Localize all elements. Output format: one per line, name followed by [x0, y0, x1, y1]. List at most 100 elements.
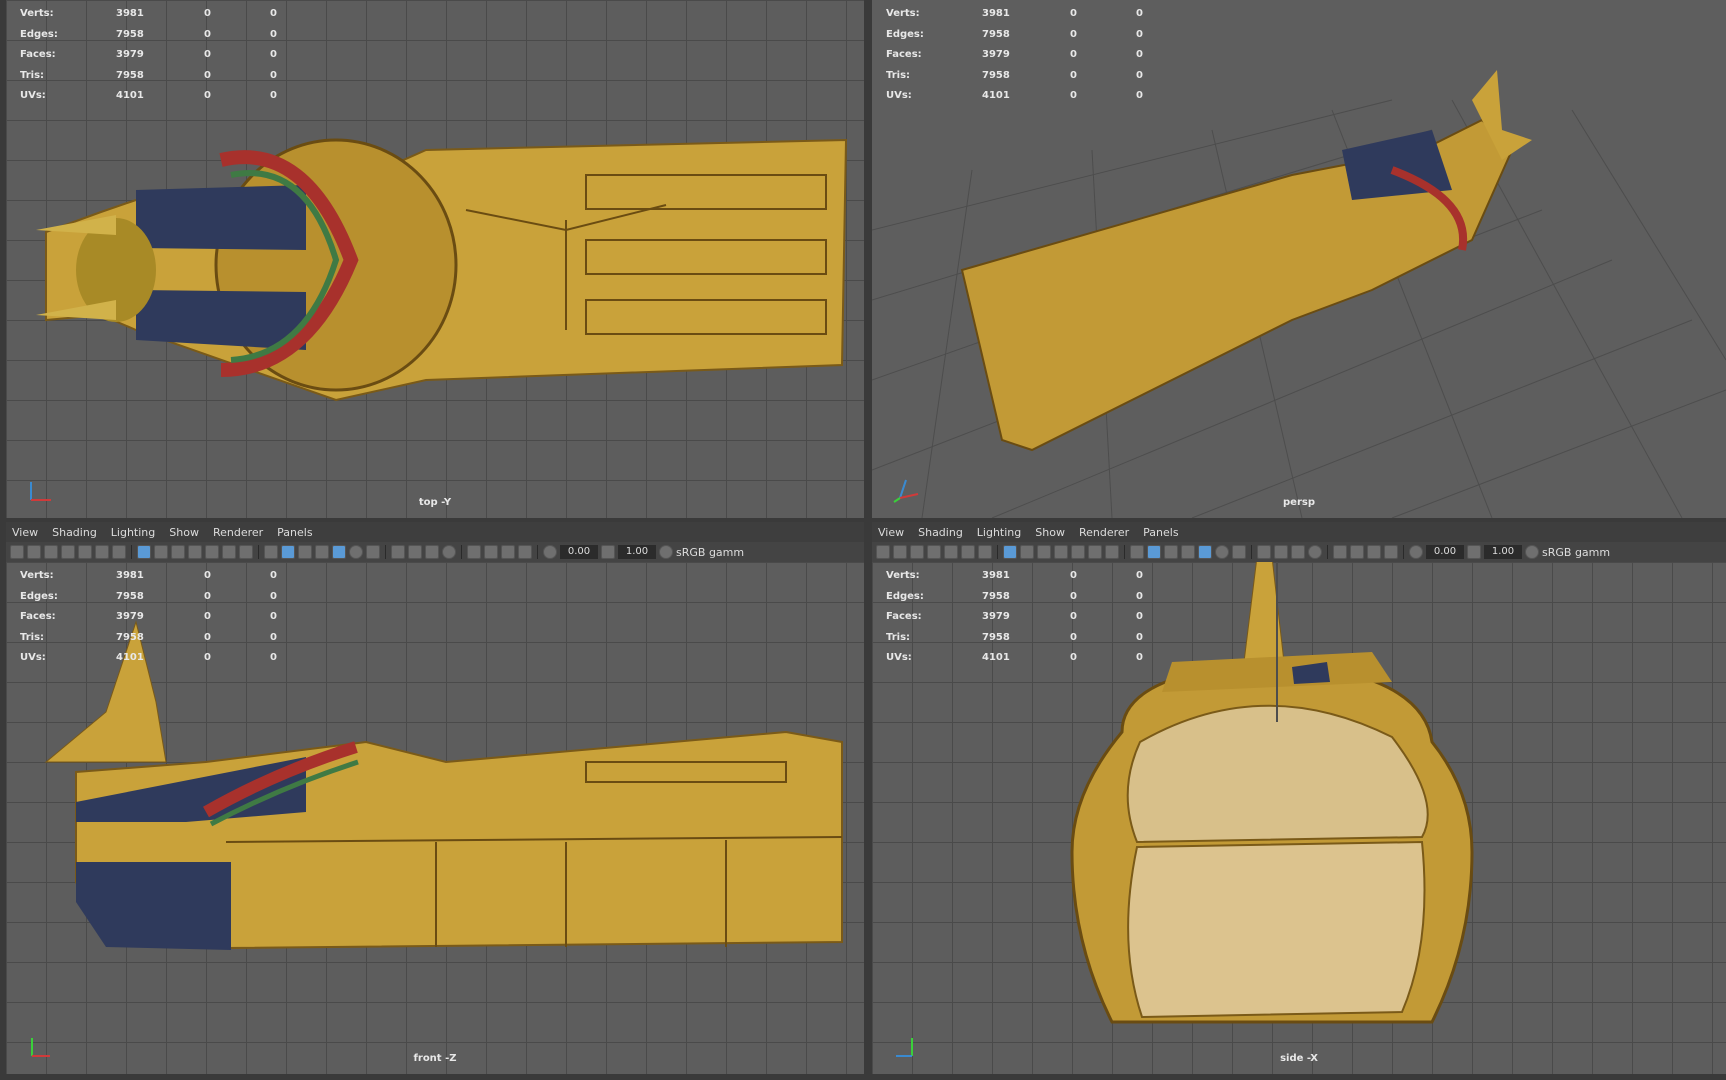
default-material-icon[interactable]: [1164, 545, 1178, 559]
xray-active-icon[interactable]: [1384, 545, 1398, 559]
menu-shading[interactable]: Shading: [918, 526, 963, 539]
resolution-gate-icon[interactable]: [171, 545, 185, 559]
menu-show[interactable]: Show: [1035, 526, 1065, 539]
multisample-aa-icon[interactable]: [425, 545, 439, 559]
exposure-icon[interactable]: [543, 545, 557, 559]
image-plane-icon[interactable]: [78, 545, 92, 559]
viewport-side[interactable]: Verts: 3981 0 0 Edges: 7958 0 0 Faces: 3979 0 0 Tris…: [872, 562, 1726, 1074]
stat-v2: 0: [204, 631, 211, 643]
gamma-icon[interactable]: [1467, 545, 1481, 559]
grease-pencil-icon[interactable]: [112, 545, 126, 559]
gamma-field[interactable]: 1.00: [618, 545, 656, 559]
use-all-lights-icon[interactable]: [1215, 545, 1229, 559]
wireframe-icon[interactable]: [1130, 545, 1144, 559]
gate-mask-icon[interactable]: [1054, 545, 1068, 559]
film-gate-icon[interactable]: [1020, 545, 1034, 559]
menu-lighting[interactable]: Lighting: [977, 526, 1021, 539]
xray-icon[interactable]: [1350, 545, 1364, 559]
color-space-label[interactable]: sRGB gamm: [676, 546, 744, 559]
safe-title-icon[interactable]: [239, 545, 253, 559]
viewport-top[interactable]: Verts: 3981 0 0 Edges: 7958 0 0 Faces: 3979 0 0 Tris…: [6, 0, 864, 518]
menu-renderer[interactable]: Renderer: [1079, 526, 1129, 539]
stat-label: Verts:: [886, 8, 920, 19]
xray-joints-icon[interactable]: [1367, 545, 1381, 559]
exposure-field[interactable]: 0.00: [1426, 545, 1464, 559]
wireframe-on-shaded-icon[interactable]: [1181, 545, 1195, 559]
stat-v3: 0: [1136, 28, 1143, 40]
depth-of-field-icon[interactable]: [442, 545, 456, 559]
film-gate-icon[interactable]: [154, 545, 168, 559]
safe-action-icon[interactable]: [1088, 545, 1102, 559]
2d-pan-icon[interactable]: [95, 545, 109, 559]
smooth-shade-icon[interactable]: [281, 545, 295, 559]
gamma-icon[interactable]: [601, 545, 615, 559]
menu-shading[interactable]: Shading: [52, 526, 97, 539]
viewport-persp[interactable]: Verts: 3981 0 0 Edges: 7958 0 0 Faces: 3979 0 0 Tris…: [872, 0, 1726, 518]
2d-pan-icon[interactable]: [961, 545, 975, 559]
bookmark-icon[interactable]: [927, 545, 941, 559]
menu-panels[interactable]: Panels: [277, 526, 312, 539]
menu-lighting[interactable]: Lighting: [111, 526, 155, 539]
menu-view[interactable]: View: [12, 526, 38, 539]
exposure-field[interactable]: 0.00: [560, 545, 598, 559]
camera-attributes-icon[interactable]: [44, 545, 58, 559]
multisample-aa-icon[interactable]: [1291, 545, 1305, 559]
grease-pencil-icon[interactable]: [978, 545, 992, 559]
viewport-front[interactable]: Verts: 3981 0 0 Edges: 7958 0 0 Faces: 3979 0 0 Tris…: [6, 562, 864, 1074]
color-space-label[interactable]: sRGB gamm: [1542, 546, 1610, 559]
default-material-icon[interactable]: [298, 545, 312, 559]
shadows-icon[interactable]: [366, 545, 380, 559]
use-all-lights-icon[interactable]: [349, 545, 363, 559]
isolate-select-icon[interactable]: [467, 545, 481, 559]
shadows-icon[interactable]: [1232, 545, 1246, 559]
color-mgmt-icon[interactable]: [659, 545, 673, 559]
camera-icon[interactable]: [10, 545, 24, 559]
motion-blur-icon[interactable]: [1274, 545, 1288, 559]
screen-space-ao-icon[interactable]: [1257, 545, 1271, 559]
stat-v3: 0: [270, 69, 277, 81]
stat-label: Faces:: [20, 611, 56, 622]
camera-lock-icon[interactable]: [893, 545, 907, 559]
menu-show[interactable]: Show: [169, 526, 199, 539]
gamma-field[interactable]: 1.00: [1484, 545, 1522, 559]
stat-v3: 0: [270, 631, 277, 643]
xray-icon[interactable]: [484, 545, 498, 559]
toolbar-separator: [997, 545, 998, 559]
stat-row: Faces: 3979 0 0: [886, 607, 1176, 628]
field-chart-icon[interactable]: [1071, 545, 1085, 559]
motion-blur-icon[interactable]: [408, 545, 422, 559]
panel-divider-vertical[interactable]: [864, 0, 872, 1080]
screen-space-ao-icon[interactable]: [391, 545, 405, 559]
resolution-gate-icon[interactable]: [1037, 545, 1051, 559]
grid-icon[interactable]: [137, 545, 151, 559]
stat-v3: 0: [270, 570, 277, 581]
exposure-icon[interactable]: [1409, 545, 1423, 559]
safe-action-icon[interactable]: [222, 545, 236, 559]
depth-of-field-icon[interactable]: [1308, 545, 1322, 559]
safe-title-icon[interactable]: [1105, 545, 1119, 559]
textured-icon[interactable]: [332, 545, 346, 559]
menu-view[interactable]: View: [878, 526, 904, 539]
wireframe-on-shaded-icon[interactable]: [315, 545, 329, 559]
toolbar-separator: [385, 545, 386, 559]
color-mgmt-icon[interactable]: [1525, 545, 1539, 559]
image-plane-icon[interactable]: [944, 545, 958, 559]
camera-attributes-icon[interactable]: [910, 545, 924, 559]
bookmark-icon[interactable]: [61, 545, 75, 559]
gate-mask-icon[interactable]: [188, 545, 202, 559]
xray-joints-icon[interactable]: [501, 545, 515, 559]
camera-lock-icon[interactable]: [27, 545, 41, 559]
wireframe-icon[interactable]: [264, 545, 278, 559]
camera-icon[interactable]: [876, 545, 890, 559]
xray-active-icon[interactable]: [518, 545, 532, 559]
stat-v3: 0: [1136, 611, 1143, 622]
menu-renderer[interactable]: Renderer: [213, 526, 263, 539]
textured-icon[interactable]: [1198, 545, 1212, 559]
menu-panels[interactable]: Panels: [1143, 526, 1178, 539]
stat-v3: 0: [1136, 8, 1143, 19]
isolate-select-icon[interactable]: [1333, 545, 1347, 559]
smooth-shade-icon[interactable]: [1147, 545, 1161, 559]
grid-icon[interactable]: [1003, 545, 1017, 559]
field-chart-icon[interactable]: [205, 545, 219, 559]
stat-v3: 0: [270, 8, 277, 19]
